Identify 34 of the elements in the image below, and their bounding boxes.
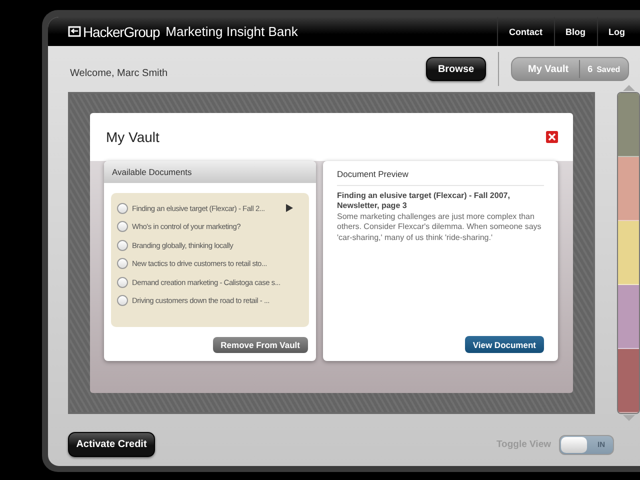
- color-swatch[interactable]: [618, 349, 639, 413]
- brand-name: HackerGroup: [83, 24, 160, 40]
- activate-credit-button[interactable]: Activate Credit: [68, 432, 155, 457]
- scroll-down-icon[interactable]: [622, 415, 634, 421]
- remove-from-vault-button[interactable]: Remove From Vault: [212, 337, 308, 353]
- saved-label: Saved: [596, 64, 620, 74]
- nav-link[interactable]: Log: [596, 17, 636, 46]
- welcome-text: Welcome, Marc Smith: [70, 68, 169, 78]
- dialog-title: My Vault: [106, 129, 160, 145]
- checkbox[interactable]: [117, 258, 128, 270]
- app-title: Marketing Insight Bank: [166, 24, 298, 39]
- browse-button[interactable]: Browse: [426, 57, 486, 81]
- checkbox[interactable]: [117, 202, 128, 214]
- logo-icon: [68, 26, 81, 37]
- document-heading: Finding an elusive target (Flexcar) - Fall 2007, Newsletter, page 3: [337, 191, 511, 212]
- checkbox[interactable]: [117, 295, 128, 306]
- checkbox[interactable]: [117, 276, 128, 288]
- color-swatch[interactable]: [618, 285, 639, 349]
- saved-count: 6: [588, 64, 593, 74]
- close-icon[interactable]: [545, 130, 559, 144]
- color-swatch[interactable]: [618, 157, 639, 221]
- color-swatch[interactable]: [618, 221, 639, 285]
- checkbox[interactable]: [117, 221, 128, 232]
- play-arrow-icon: [286, 204, 293, 212]
- view-document-button[interactable]: View Document: [464, 336, 544, 353]
- nav-link[interactable]: Contact: [497, 17, 554, 46]
- tab-label: My Vault: [527, 64, 570, 74]
- nav-link[interactable]: Blog: [554, 17, 596, 46]
- card-title: Available Documents: [112, 167, 192, 177]
- color-swatch[interactable]: [618, 93, 639, 157]
- checkbox[interactable]: [117, 240, 128, 251]
- scroll-up-icon[interactable]: [622, 85, 634, 91]
- document-excerpt: Some marketing challenges are just more complex than others. Consider Flexcar's dilemma. When someone says 'car-sharing,' many of us think 'ride-sharing.': [337, 212, 542, 243]
- card-title: Document Preview: [337, 169, 544, 186]
